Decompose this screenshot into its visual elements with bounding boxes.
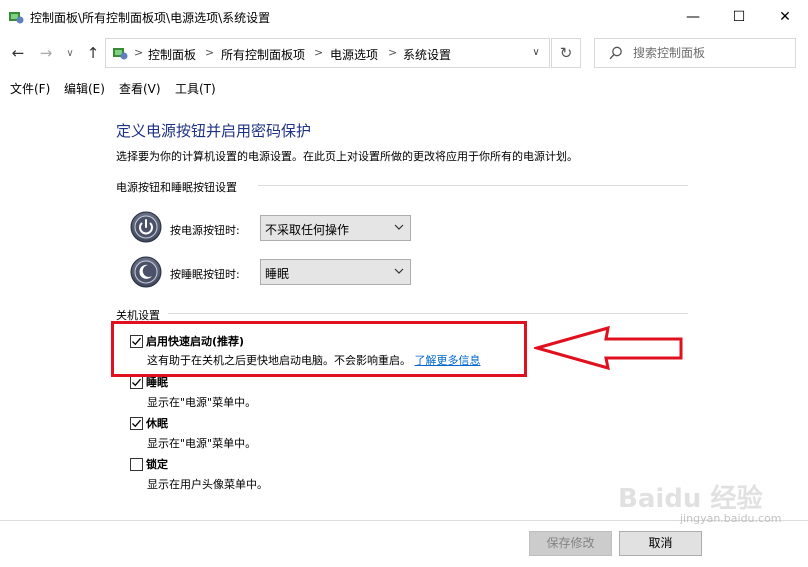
maximize-button[interactable]: ☐ [716, 0, 762, 34]
window-title: 控制面板\所有控制面板项\电源选项\系统设置 [30, 11, 271, 25]
control-panel-icon [113, 48, 128, 60]
chevron-down-icon [394, 268, 404, 274]
menu-tools[interactable]: 工具(T) [175, 80, 216, 97]
annotation-highlight-box [111, 321, 527, 377]
search-box[interactable] [594, 38, 796, 68]
forward-arrow-icon[interactable]: → [37, 44, 55, 62]
close-button[interactable]: ✕ [762, 0, 808, 34]
search-input[interactable] [633, 44, 788, 62]
menu-file[interactable]: 文件(F) [10, 80, 50, 97]
address-dropdown-icon[interactable]: ∨ [528, 45, 544, 61]
sleep-button-icon [130, 256, 162, 288]
minimize-button[interactable]: — [670, 0, 716, 34]
breadcrumb-separator: > [134, 46, 144, 59]
breadcrumb-power-options[interactable]: 电源选项 [330, 46, 378, 63]
hibernate-checkbox[interactable] [130, 417, 143, 430]
title-bar: 控制面板\所有控制面板项\电源选项\系统设置 — ☐ ✕ [0, 0, 808, 34]
breadcrumb-system-settings[interactable]: 系统设置 [403, 46, 451, 63]
section-heading-buttons: 电源按钮和睡眠按钮设置 [116, 181, 237, 194]
section-divider [258, 185, 688, 186]
refresh-icon[interactable]: ↻ [551, 38, 581, 68]
sleep-button-action-value: 睡眠 [265, 267, 290, 281]
menu-bar: 文件(F) 编辑(E) 查看(V) 工具(T) [0, 76, 808, 98]
baidu-watermark: Baidu 经验 [618, 484, 763, 514]
breadcrumb-separator: > [388, 46, 398, 59]
breadcrumb-all-items[interactable]: 所有控制面板项 [221, 46, 305, 63]
power-button-action-value: 不采取任何操作 [265, 223, 350, 237]
address-bar[interactable]: > 控制面板 > 所有控制面板项 > 电源选项 > 系统设置 ∨ [105, 38, 550, 68]
sleep-option-description: 显示在"电源"菜单中。 [147, 396, 257, 409]
menu-edit[interactable]: 编辑(E) [64, 80, 105, 97]
cancel-button[interactable]: 取消 [619, 531, 702, 556]
page-description: 选择要为你的计算机设置的电源设置。在此页上对设置所做的更改将应用于你所有的电源计… [116, 150, 578, 163]
breadcrumb-separator: > [205, 46, 215, 59]
sleep-button-action-select[interactable]: 睡眠 [260, 259, 411, 285]
power-button-action-select[interactable]: 不采取任何操作 [260, 215, 411, 241]
navigation-bar: ← → ∨ ↑ > 控制面板 > 所有控制面板项 > 电源选项 > 系统设置 ∨… [0, 34, 808, 72]
chevron-down-icon [394, 224, 404, 230]
breadcrumb-separator: > [314, 46, 324, 59]
search-icon [609, 46, 622, 60]
checkmark-icon [132, 419, 141, 428]
sleep-checkbox[interactable] [130, 376, 143, 389]
annotation-arrow-icon [534, 325, 683, 371]
save-changes-button[interactable]: 保存修改 [529, 531, 612, 556]
control-panel-icon [9, 12, 24, 24]
recent-locations-icon[interactable]: ∨ [61, 44, 79, 62]
lock-option-description: 显示在用户头像菜单中。 [147, 478, 268, 491]
hibernate-option-description: 显示在"电源"菜单中。 [147, 437, 257, 450]
lock-option-label[interactable]: 锁定 [146, 456, 168, 472]
sleep-button-label: 按睡眠按钮时: [170, 268, 240, 281]
breadcrumb-control-panel[interactable]: 控制面板 [148, 46, 196, 63]
section-divider [168, 313, 688, 314]
menu-view[interactable]: 查看(V) [119, 80, 161, 97]
hibernate-option-label[interactable]: 休眠 [146, 415, 168, 431]
checkmark-icon [132, 378, 141, 387]
back-arrow-icon[interactable]: ← [9, 44, 27, 62]
lock-checkbox[interactable] [130, 458, 143, 471]
power-button-label: 按电源按钮时: [170, 224, 240, 237]
baidu-watermark-url: jingyan.baidu.com [680, 512, 782, 525]
up-arrow-icon[interactable]: ↑ [84, 44, 102, 62]
page-title: 定义电源按钮并启用密码保护 [116, 122, 312, 140]
power-button-icon [130, 211, 162, 243]
